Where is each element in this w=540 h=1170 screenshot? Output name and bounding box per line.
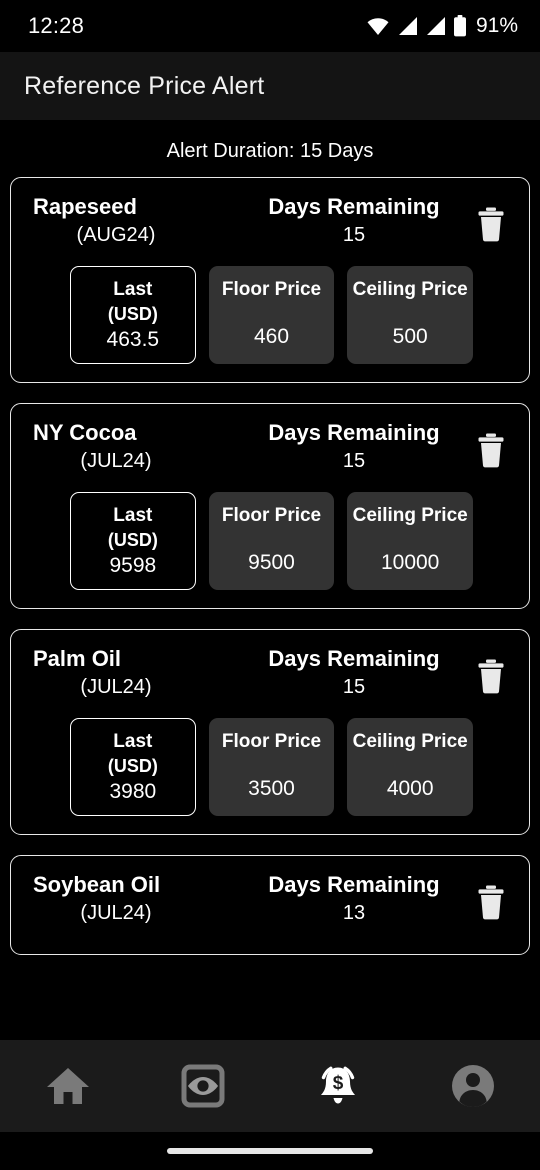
last-price-box[interactable]: Last (USD) 9598 [70, 492, 196, 590]
alert-bell-dollar-icon: $ [314, 1062, 362, 1110]
delete-alert-button[interactable] [471, 880, 511, 924]
trash-icon [475, 432, 507, 468]
commodity-name: Soybean Oil [33, 872, 161, 897]
ceiling-price-box[interactable]: Ceiling Price 4000 [347, 718, 474, 816]
contract-month: (AUG24) [76, 224, 156, 246]
alert-card[interactable]: Soybean Oil (JUL24) Days Remaining 13 [10, 855, 530, 955]
last-price-label: Last [113, 505, 153, 526]
contract-month: (JUL24) [80, 450, 152, 472]
last-price-box[interactable]: Last (USD) 3980 [70, 718, 196, 816]
alert-list[interactable]: Rapeseed (AUG24) Days Remaining 15 Last … [0, 177, 540, 1170]
status-icons: 91% [366, 14, 518, 38]
ceiling-price-value: 4000 [386, 777, 434, 800]
ceiling-price-label: Ceiling Price [352, 505, 468, 526]
bottom-navigation: $ [0, 1040, 540, 1170]
delete-alert-button[interactable] [471, 202, 511, 246]
alert-card-header: Rapeseed (AUG24) Days Remaining 15 [11, 194, 529, 258]
alert-card[interactable]: Rapeseed (AUG24) Days Remaining 15 Last … [10, 177, 530, 383]
ceiling-price-value: 500 [392, 325, 428, 348]
last-price-value: 3980 [109, 780, 157, 803]
trash-icon [475, 884, 507, 920]
alert-duration-banner: Alert Duration: 15 Days [166, 140, 374, 162]
status-time: 12:28 [28, 13, 85, 38]
last-price-value: 463.5 [106, 328, 160, 351]
floor-price-label: Floor Price [221, 279, 322, 300]
days-remaining-value: 15 [342, 450, 366, 472]
page-title: Reference Price Alert [24, 71, 265, 100]
nav-item-home[interactable] [0, 1040, 135, 1132]
ceiling-price-label: Ceiling Price [352, 731, 468, 752]
alert-card-header: Palm Oil (JUL24) Days Remaining 15 [11, 646, 529, 710]
commodity-column: Soybean Oil (JUL24) [33, 872, 223, 928]
home-indicator-area [0, 1132, 540, 1170]
days-remaining-value: 15 [342, 224, 366, 246]
floor-price-value: 9500 [248, 551, 295, 574]
commodity-column: Palm Oil (JUL24) [33, 646, 223, 702]
contract-month: (JUL24) [80, 676, 152, 698]
delete-alert-button[interactable] [471, 654, 511, 698]
days-remaining-value: 13 [342, 902, 366, 924]
commodity-column: Rapeseed (AUG24) [33, 194, 223, 250]
last-price-currency: (USD) [107, 530, 158, 550]
floor-price-value: 3500 [248, 777, 295, 800]
commodity-name: Palm Oil [33, 646, 122, 671]
commodity-name: NY Cocoa [33, 420, 137, 445]
last-price-value: 9598 [109, 554, 157, 577]
alert-card[interactable]: NY Cocoa (JUL24) Days Remaining 15 Last … [10, 403, 530, 609]
days-remaining-column: Days Remaining 13 [223, 872, 511, 928]
nav-item-account[interactable] [405, 1040, 540, 1132]
ceiling-price-value: 10000 [380, 551, 440, 574]
alert-card[interactable]: Palm Oil (JUL24) Days Remaining 15 Last … [10, 629, 530, 835]
nav-item-watchlist[interactable] [135, 1040, 270, 1132]
last-price-currency: (USD) [107, 304, 158, 324]
trash-icon [475, 658, 507, 694]
home-indicator[interactable] [167, 1148, 373, 1154]
watchlist-eye-icon [181, 1064, 225, 1108]
price-row: Last (USD) 463.5 Floor Price 460 Ceiling… [11, 258, 529, 364]
floor-price-box[interactable]: Floor Price 3500 [208, 718, 335, 816]
days-remaining-label: Days Remaining [268, 872, 440, 897]
last-price-label: Last [113, 279, 153, 300]
bottom-nav-bar: $ [0, 1040, 540, 1132]
price-row: Last (USD) 3980 Floor Price 3500 Ceiling… [11, 710, 529, 816]
nav-item-alerts[interactable]: $ [270, 1040, 405, 1132]
home-icon [45, 1064, 91, 1108]
account-person-icon [450, 1063, 496, 1109]
days-remaining-label: Days Remaining [268, 420, 440, 445]
floor-price-label: Floor Price [221, 731, 322, 752]
days-remaining-label: Days Remaining [268, 194, 440, 219]
app-bar: Reference Price Alert [0, 52, 540, 120]
days-remaining-label: Days Remaining [268, 646, 440, 671]
trash-icon [475, 206, 507, 242]
last-price-currency: (USD) [107, 756, 158, 776]
commodity-name: Rapeseed [33, 194, 137, 219]
days-remaining-column: Days Remaining 15 [223, 420, 511, 476]
phone-screen: 12:28 91% Reference Price Alert Alert Du… [0, 0, 540, 1170]
floor-price-value: 460 [253, 325, 290, 348]
delete-alert-button[interactable] [471, 428, 511, 472]
floor-price-box[interactable]: Floor Price 9500 [208, 492, 335, 590]
ceiling-price-box[interactable]: Ceiling Price 10000 [347, 492, 474, 590]
last-price-box[interactable]: Last (USD) 463.5 [70, 266, 196, 364]
wifi-icon [366, 16, 390, 36]
price-row: Last (USD) 9598 Floor Price 9500 Ceiling… [11, 484, 529, 590]
commodity-column: NY Cocoa (JUL24) [33, 420, 223, 476]
signal-icon [397, 16, 418, 36]
floor-price-label: Floor Price [221, 505, 322, 526]
battery-icon [453, 15, 467, 37]
contract-month: (JUL24) [80, 902, 152, 924]
floor-price-box[interactable]: Floor Price 460 [208, 266, 335, 364]
days-remaining-column: Days Remaining 15 [223, 646, 511, 702]
ceiling-price-box[interactable]: Ceiling Price 500 [347, 266, 474, 364]
battery-percent: 91% [475, 14, 518, 37]
alert-card-header: Soybean Oil (JUL24) Days Remaining 13 [11, 872, 529, 936]
days-remaining-column: Days Remaining 15 [223, 194, 511, 250]
signal-icon [425, 16, 446, 36]
days-remaining-value: 15 [342, 676, 366, 698]
ceiling-price-label: Ceiling Price [352, 279, 468, 300]
status-bar: 12:28 91% [0, 0, 540, 52]
last-price-label: Last [113, 731, 153, 752]
svg-text:$: $ [332, 1073, 343, 1094]
alert-card-header: NY Cocoa (JUL24) Days Remaining 15 [11, 420, 529, 484]
